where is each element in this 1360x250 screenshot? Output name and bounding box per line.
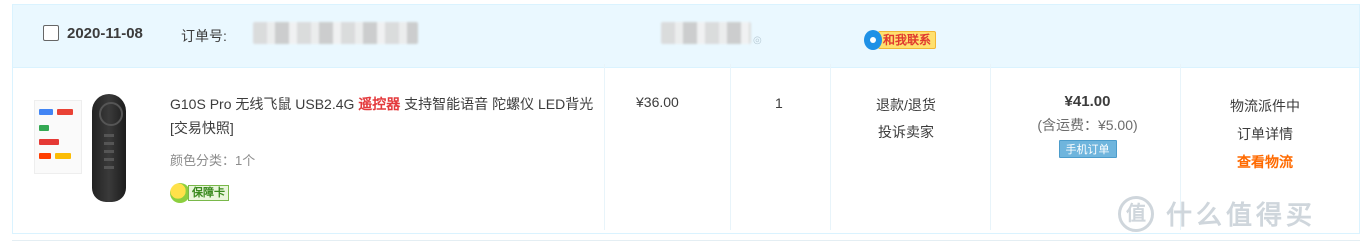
column-divider (604, 64, 605, 230)
app-logo-icon (55, 153, 71, 159)
status-text: 物流派件中 (1230, 98, 1300, 114)
order-detail-link[interactable]: 订单详情 (1185, 120, 1345, 148)
app-logo-icon (39, 125, 49, 131)
order-number-label: 订单号: (181, 28, 227, 44)
column-divider (990, 64, 991, 230)
after-sale-actions: 退款/退货 投诉卖家 (846, 92, 966, 146)
guarantee-badge[interactable]: 保障卡 (170, 182, 229, 204)
contact-seller-label: 和我联系 (878, 31, 937, 49)
quantity: 1 (775, 95, 783, 111)
view-logistics-link[interactable]: 查看物流 (1185, 148, 1345, 176)
thumbnail-app-panel (34, 100, 82, 174)
shop-link-icon[interactable]: ◎ (753, 35, 762, 46)
order-number-redacted (253, 22, 418, 44)
chat-icon (864, 30, 882, 50)
order-date: 2020-11-08 (67, 25, 143, 42)
unit-price: ¥36.00 (636, 94, 679, 110)
sku-info: 颜色分类：1个 (170, 153, 256, 168)
shop-name-redacted (661, 22, 751, 44)
complain-link[interactable]: 投诉卖家 (846, 119, 966, 146)
mobile-order-tag: 手机订单 (1058, 140, 1117, 158)
clover-icon (170, 183, 190, 203)
watermark-logo-icon: 值 (1118, 195, 1154, 232)
order-select-checkbox[interactable] (43, 25, 59, 41)
order-header: 2020-11-08 订单号: ◎ 和我联系 (13, 5, 1359, 68)
product-title-link[interactable]: G10S Pro 无线飞鼠 USB2.4G 遥控器 支持智能语音 陀螺仪 LED… (170, 92, 600, 140)
total-amount: ¥41.00 (1064, 93, 1111, 110)
product-title-part1: G10S Pro 无线飞鼠 USB2.4G (170, 96, 359, 112)
shipping-fee: (含运费：¥5.00) (1037, 117, 1138, 133)
app-logo-icon (39, 153, 51, 159)
app-logo-icon (39, 139, 59, 145)
product-title-highlight: 遥控器 (358, 96, 401, 112)
refund-link[interactable]: 退款/退货 (846, 92, 966, 119)
column-divider (830, 64, 831, 230)
contact-seller-button[interactable]: 和我联系 (864, 29, 937, 51)
watermark: 值 什么值得买 (1118, 195, 1316, 232)
order-status: 物流派件中 订单详情 查看物流 (1185, 92, 1345, 176)
next-order-edge (12, 240, 1360, 246)
product-thumbnail[interactable] (30, 86, 150, 206)
guarantee-badge-label: 保障卡 (188, 185, 229, 201)
watermark-text: 什么值得买 (1166, 200, 1317, 230)
app-logo-icon (39, 109, 53, 115)
order-total: ¥41.00 (含运费：¥5.00) 手机订单 (1005, 92, 1170, 158)
app-logo-icon (57, 109, 73, 115)
remote-control-image (92, 94, 126, 202)
column-divider (730, 64, 731, 230)
